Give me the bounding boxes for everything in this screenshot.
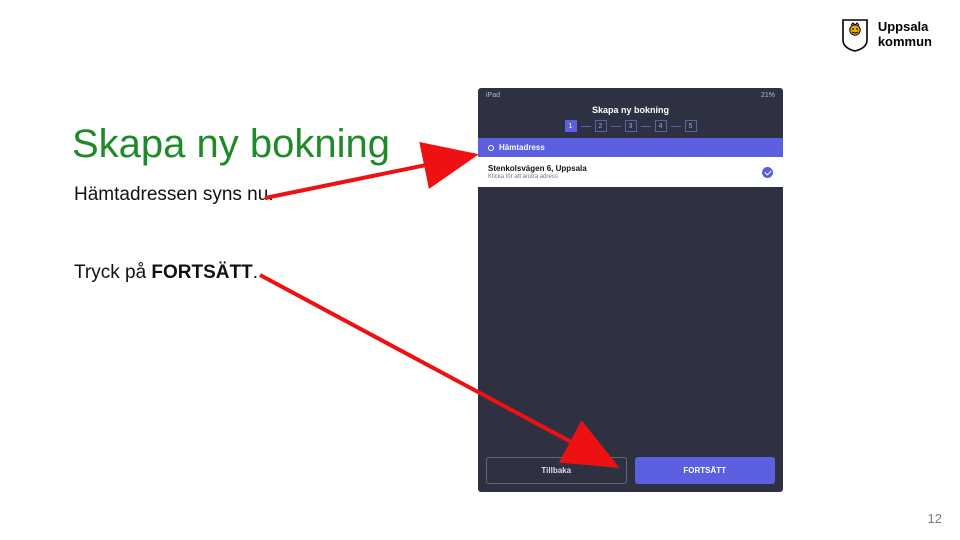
slide-title: Skapa ny bokning <box>72 122 390 167</box>
page-number: 12 <box>928 511 942 526</box>
shield-icon <box>840 18 870 52</box>
section-header-pickup: Hämtadress <box>478 138 783 157</box>
status-left: iPad <box>486 92 500 99</box>
status-right: 21% <box>761 92 775 99</box>
step-3: 3 <box>625 120 637 132</box>
brand-text: Uppsala kommun <box>878 20 932 50</box>
bottom-bar: Tillbaka FORTSÄTT <box>478 449 783 492</box>
step-4: 4 <box>655 120 667 132</box>
address-main: Stenkolsvägen 6, Uppsala <box>488 164 587 173</box>
brand-logo: Uppsala kommun <box>840 18 932 52</box>
address-card[interactable]: Stenkolsvägen 6, Uppsala Klicka för att … <box>478 157 783 187</box>
section-label: Hämtadress <box>499 143 545 152</box>
slide-body-line-1: Hämtadressen syns nu. <box>74 184 274 206</box>
phone-mockup: iPad 21% Skapa ny bokning 1 2 3 4 5 Hämt… <box>478 88 783 492</box>
status-bar: iPad 21% <box>478 88 783 102</box>
progress-stepper: 1 2 3 4 5 <box>478 120 783 138</box>
address-sub: Klicka för att ändra adress <box>488 174 587 180</box>
continue-button[interactable]: FORTSÄTT <box>635 457 776 484</box>
step-2: 2 <box>595 120 607 132</box>
check-icon <box>762 167 773 178</box>
slide-body-line-2: Tryck på FORTSÄTT. <box>74 262 258 284</box>
back-button[interactable]: Tillbaka <box>486 457 627 484</box>
step-5: 5 <box>685 120 697 132</box>
pin-icon <box>488 145 494 151</box>
app-title: Skapa ny bokning <box>478 102 783 120</box>
step-1: 1 <box>565 120 577 132</box>
